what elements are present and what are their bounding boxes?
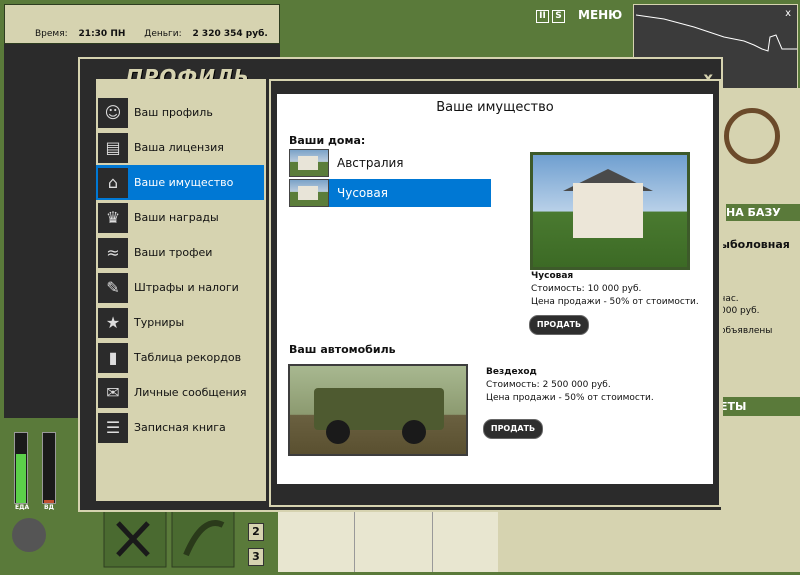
pause-icon[interactable]: II [536, 10, 549, 23]
content-title: Ваше имущество [436, 100, 554, 115]
house-photo [530, 152, 690, 270]
house-info: Чусовая Стоимость: 10 000 руб. Цена прод… [531, 270, 699, 309]
tools-icons [103, 510, 235, 568]
slot-3-button[interactable]: 3 [248, 548, 264, 566]
sidebar-item-tournaments[interactable]: ★ Турниры [96, 305, 264, 340]
property-content: Ваше имущество Ваши дома: Австралия Чусо… [277, 94, 713, 484]
house-thumbnail [289, 179, 329, 207]
house-icon: ⌂ [98, 167, 128, 198]
sidebar-item-trophies[interactable]: ≈ Ваши трофеи [96, 235, 264, 270]
house-name: Чусовая [531, 271, 574, 281]
car-photo [288, 364, 468, 456]
chart-icon: ▮ [98, 342, 128, 373]
car-name: Вездеход [486, 367, 537, 377]
status-bar: Время: 21:30 ПН Деньги: 2 320 354 руб. [4, 4, 280, 44]
status-meters: ЕДА ВД [4, 422, 74, 572]
money-value: 2 320 354 руб. [192, 29, 268, 39]
house-thumbnail [289, 149, 329, 177]
right-text: час. 000 руб. объявлены [720, 294, 773, 336]
profile-icon: ☺ [98, 97, 128, 128]
houses-title: Ваши дома: [289, 134, 366, 147]
profile-sidebar: ☺ Ваш профиль ▤ Ваша лицензия ⌂ Ваше имущес… [96, 79, 266, 501]
house-item-chusovaya[interactable]: Чусовая [289, 179, 491, 207]
house-sale: Цена продажи - 50% от стоимости. [531, 297, 699, 307]
envelope-icon: ✉ [98, 377, 128, 408]
water-label: ВД [44, 504, 54, 511]
house-cost: Стоимость: 10 000 руб. [531, 284, 642, 294]
ship-wheel-icon[interactable] [724, 108, 780, 164]
tournament-icon: ★ [98, 307, 128, 338]
car-title: Ваш автомобиль [289, 343, 396, 356]
right-banner-2[interactable]: ЕТЫ [720, 397, 800, 416]
sidebar-item-records[interactable]: ▮ Таблица рекордов [96, 340, 264, 375]
graph-close-icon[interactable]: x [785, 8, 791, 19]
fish-icon: ≈ [98, 237, 128, 268]
sidebar-item-profile[interactable]: ☺ Ваш профиль [96, 95, 264, 130]
sidebar-item-fines[interactable]: ✎ Штрафы и налоги [96, 270, 264, 305]
notebook-icon: ☰ [98, 412, 128, 443]
sell-house-button[interactable]: ПРОДАТЬ [529, 315, 589, 335]
food-meter [14, 432, 28, 504]
money-label: Деньги: [144, 29, 182, 39]
base-banner[interactable]: НА БАЗУ [726, 204, 800, 221]
document-icon: ✎ [98, 272, 128, 303]
license-icon: ▤ [98, 132, 128, 163]
trophy-icon: ♛ [98, 202, 128, 233]
sidebar-item-notebook[interactable]: ☰ Записная книга [96, 410, 264, 445]
sidebar-item-license[interactable]: ▤ Ваша лицензия [96, 130, 264, 165]
inventory-slots [278, 510, 498, 572]
sound-icon[interactable]: S [552, 10, 565, 23]
food-label: ЕДА [15, 504, 30, 511]
sidebar-item-property[interactable]: ⌂ Ваше имущество [96, 165, 264, 200]
car-cost: Стоимость: 2 500 000 руб. [486, 380, 611, 390]
background-panel [4, 44, 80, 418]
tool-panel: 2 3 [78, 505, 270, 572]
profile-modal: ПРОФИЛЬ x ☺ Ваш профиль ▤ Ваша лицензия ⌂ В… [78, 57, 723, 512]
sidebar-item-messages[interactable]: ✉ Личные сообщения [96, 375, 264, 410]
food-meter-fill [16, 454, 26, 503]
car-sale: Цена продажи - 50% от стоимости. [486, 393, 654, 403]
water-meter [42, 432, 56, 504]
menu-button[interactable]: МЕНЮ [578, 8, 622, 22]
sell-car-button[interactable]: ПРОДАТЬ [483, 419, 543, 439]
pot-icon[interactable] [12, 518, 46, 552]
house-item-australia[interactable]: Австралия [289, 149, 491, 177]
time-value: 21:30 ПН [78, 29, 126, 39]
right-heading: ыболовная [720, 238, 790, 251]
time-label: Время: [35, 29, 68, 39]
top-icons: II S [536, 8, 568, 23]
slot-2-button[interactable]: 2 [248, 523, 264, 541]
car-info: Вездеход Стоимость: 2 500 000 руб. Цена … [486, 366, 654, 405]
sidebar-item-awards[interactable]: ♛ Ваши награды [96, 200, 264, 235]
water-meter-fill [44, 499, 54, 503]
